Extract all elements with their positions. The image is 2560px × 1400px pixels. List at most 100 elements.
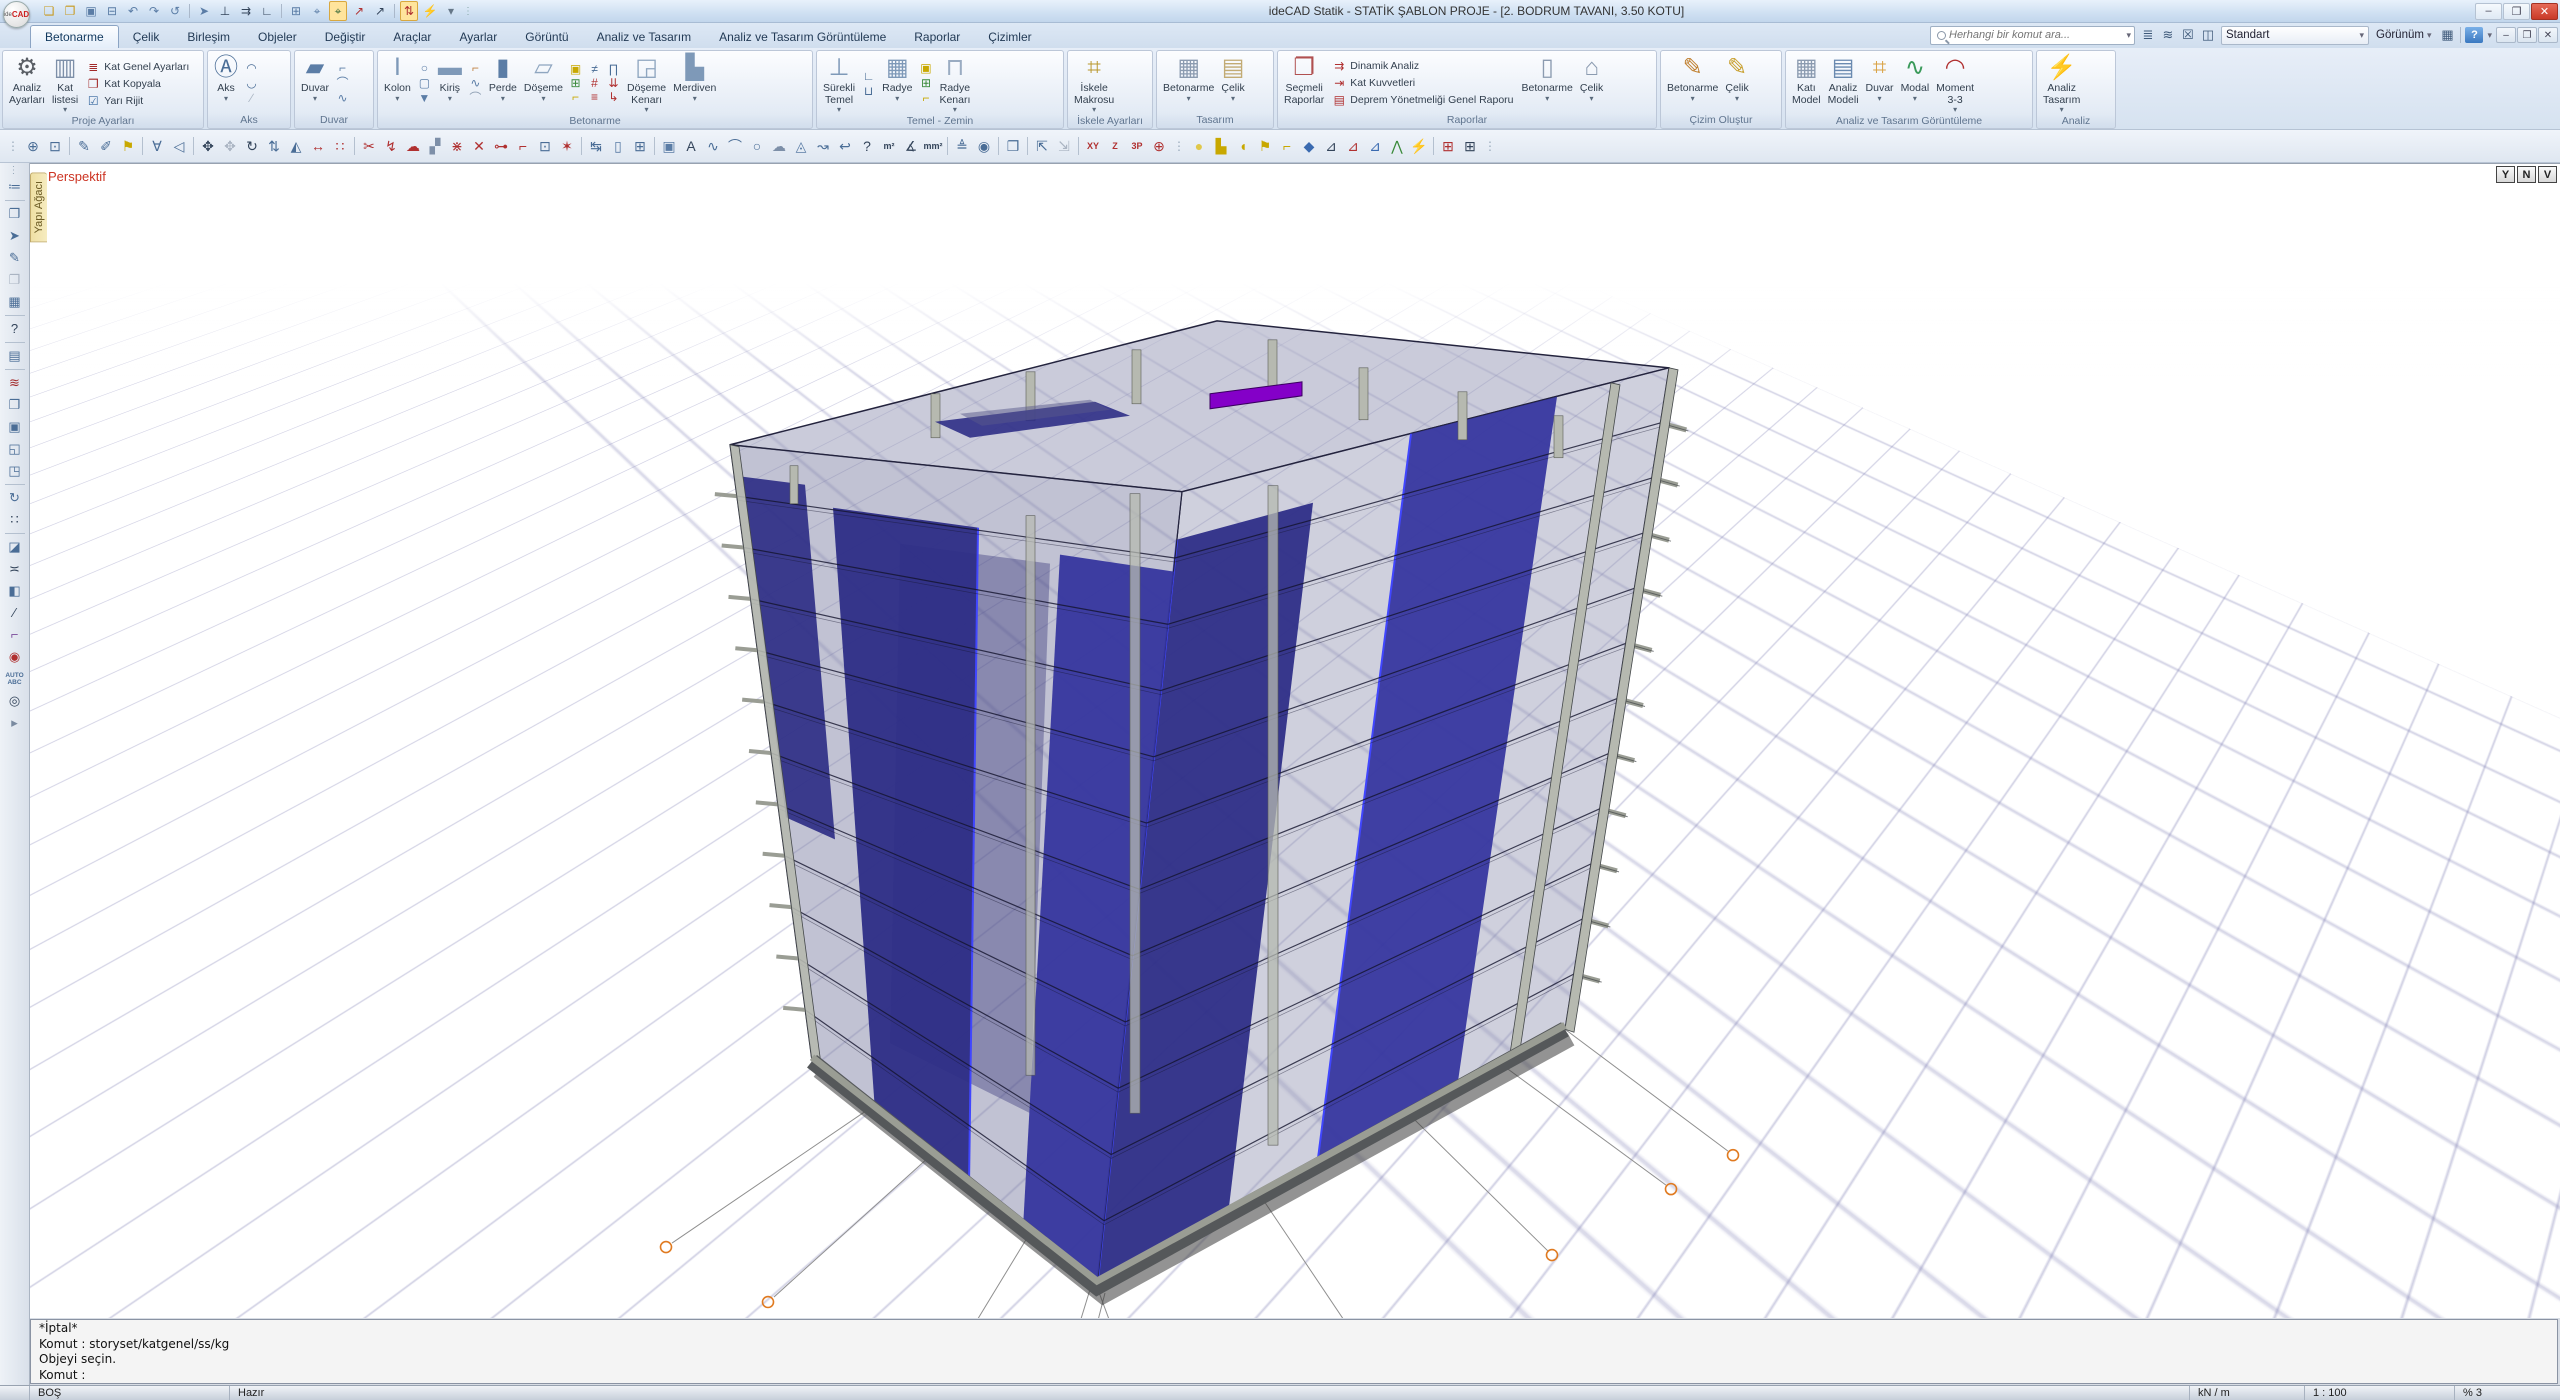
- eyedropper-icon[interactable]: ✐: [95, 135, 117, 157]
- lightning-small-icon[interactable]: ⚡: [1408, 135, 1430, 157]
- tab-objeler[interactable]: Objeler: [244, 26, 311, 48]
- deprem-yonetmeligi-item[interactable]: ▤Deprem Yönetmeliği Genel Raporu: [1332, 93, 1513, 107]
- chart-linear-icon[interactable]: ⊿: [1320, 135, 1342, 157]
- doseme-kolon-icon[interactable]: ▣: [567, 63, 584, 76]
- status-mode[interactable]: BOŞ: [30, 1386, 230, 1400]
- radye-kenari-button[interactable]: ⊓Radye Kenarı▾: [936, 53, 973, 114]
- cloud-revision-icon[interactable]: ☁: [402, 135, 424, 157]
- orient-flip-icon[interactable]: ◁: [168, 135, 190, 157]
- doseme-bosluk-icon[interactable]: ⊞: [567, 77, 584, 90]
- intersect-icon[interactable]: ✕: [468, 135, 490, 157]
- move-icon[interactable]: ✥: [197, 135, 219, 157]
- arc-icon[interactable]: ⌒: [724, 135, 746, 157]
- break-icon[interactable]: ↯: [380, 135, 402, 157]
- chevron-down-icon[interactable]: ▾: [2487, 30, 2492, 41]
- kolon-poligon-icon[interactable]: ▢: [416, 77, 433, 90]
- stretch-icon[interactable]: ↔: [307, 135, 329, 157]
- checkbox-checked-icon[interactable]: ☑: [86, 94, 100, 108]
- idecad-logo[interactable]: ideCAD: [3, 1, 30, 28]
- minimize-button[interactable]: –: [2475, 3, 2502, 20]
- zoom-in-icon[interactable]: ⊕: [22, 135, 44, 157]
- command-search-input[interactable]: [1949, 29, 2126, 41]
- table-red-dot-icon[interactable]: ⊞: [1437, 135, 1459, 157]
- yari-rijit-checkbox[interactable]: ☑Yarı Rijit: [86, 94, 189, 108]
- redo-icon[interactable]: ↷: [145, 2, 163, 20]
- viewport-3d[interactable]: Yapı Ağacı Perspektif YNV: [30, 163, 2560, 1318]
- status-tolerance[interactable]: % 3: [2455, 1386, 2560, 1400]
- radye-button[interactable]: ▦Radye▾: [879, 53, 915, 114]
- snap-near-icon[interactable]: ↗: [350, 2, 368, 20]
- orient-a-icon[interactable]: ∀: [146, 135, 168, 157]
- new-drawing-window-icon[interactable]: ❐: [1002, 135, 1024, 157]
- aks-arc-up-icon[interactable]: ◠: [243, 62, 260, 75]
- drag-grip[interactable]: ⋮: [1173, 139, 1185, 153]
- display-settings-icon[interactable]: ▦: [2438, 27, 2456, 43]
- tab-de-i-tir[interactable]: Değiştir: [311, 26, 380, 48]
- mirror-vertical-icon[interactable]: ⇅: [263, 135, 285, 157]
- table-grid-icon[interactable]: ⊞: [1459, 135, 1481, 157]
- auto-abc-icon[interactable]: AUTO ABC: [4, 668, 26, 690]
- drag-grip[interactable]: ⋮: [1484, 139, 1496, 153]
- iskele-makrosu-button[interactable]: ⌗İskele Makrosu▾: [1071, 53, 1117, 114]
- radye-l-plak-icon[interactable]: ⌐: [917, 92, 934, 105]
- tab-analiz-ve-tasar-m-g-r-nt-leme[interactable]: Analiz ve Tasarım Görüntüleme: [705, 26, 900, 48]
- chart-query-icon[interactable]: ⊿: [1364, 135, 1386, 157]
- aks-line-icon[interactable]: ∕: [243, 92, 260, 105]
- trim-icon[interactable]: ✂: [358, 135, 380, 157]
- view-nav-v[interactable]: V: [2538, 166, 2557, 183]
- radye-kolon-icon[interactable]: ▣: [917, 62, 934, 75]
- drag-grip[interactable]: ⋮: [463, 6, 473, 17]
- hatch-icon[interactable]: ◬: [790, 135, 812, 157]
- area-m2-icon[interactable]: m²: [878, 135, 900, 157]
- dinamik-analiz-item[interactable]: ⇉Dinamik Analiz: [1332, 59, 1513, 73]
- open-file-icon[interactable]: ❐: [61, 2, 79, 20]
- cloud-icon[interactable]: ☁: [768, 135, 790, 157]
- ucs-icon[interactable]: ⇱: [1031, 135, 1053, 157]
- baglanti-kirisi-icon[interactable]: ⊔: [860, 85, 877, 98]
- kiris-button[interactable]: ▬Kiriş▾: [435, 53, 465, 114]
- coord-xy-icon[interactable]: XY: [1082, 135, 1104, 157]
- qat-caret-icon[interactable]: ▾: [442, 2, 460, 20]
- radye-bosluk-icon[interactable]: ⊞: [917, 77, 934, 90]
- doseme-l-plak-icon[interactable]: ⌐: [567, 91, 584, 104]
- node-edit-icon[interactable]: ⊶: [490, 135, 512, 157]
- ucs-world-icon[interactable]: ⇲: [1053, 135, 1075, 157]
- doseme-cizgi-icon[interactable]: ≠: [586, 63, 603, 76]
- doseme-yuk-icon[interactable]: ⇊: [605, 77, 622, 90]
- help-button[interactable]: ?: [2465, 27, 2483, 43]
- measure-pick-icon[interactable]: ✎: [73, 135, 95, 157]
- pin-icon[interactable]: ⚑: [1254, 135, 1276, 157]
- pin-corner-icon[interactable]: ⌐: [4, 624, 26, 646]
- line-tool-icon[interactable]: ∕: [4, 602, 26, 624]
- move-copy-icon[interactable]: ✥: [219, 135, 241, 157]
- tab-ayarlar[interactable]: Ayarlar: [445, 26, 511, 48]
- tab-birle-im[interactable]: Birleşim: [173, 26, 244, 48]
- corner-snap-icon[interactable]: ∟: [258, 2, 276, 20]
- tab-betonarme[interactable]: Betonarme: [30, 25, 119, 48]
- kat-kopyala-tool-icon[interactable]: ≋: [4, 372, 26, 394]
- doseme-kenari-button[interactable]: ◲Döşeme Kenarı▾: [624, 53, 669, 114]
- tab--elik[interactable]: Çelik: [119, 26, 174, 48]
- kiris-arc-icon[interactable]: ⌒: [467, 92, 484, 105]
- eraser-icon[interactable]: ◪: [4, 536, 26, 558]
- stairs-view-icon[interactable]: ▙: [1210, 135, 1232, 157]
- dimension-icon[interactable]: ↹: [585, 135, 607, 157]
- chart-peak-icon[interactable]: ⋀: [1386, 135, 1408, 157]
- new-file-icon[interactable]: ❏: [40, 2, 58, 20]
- magic-wand-icon[interactable]: ✶: [556, 135, 578, 157]
- area-mm2-icon[interactable]: mm²: [922, 135, 944, 157]
- duvar-goruntule-button[interactable]: ⌗Duvar▾: [1863, 53, 1897, 114]
- find-binoculars-icon[interactable]: ◎: [4, 690, 26, 712]
- polyline-icon[interactable]: ∿: [702, 135, 724, 157]
- secmeli-raporlar-button[interactable]: ❐Seçmeli Raporlar: [1281, 53, 1327, 113]
- measure-tool-icon[interactable]: ≍: [4, 558, 26, 580]
- perde-button[interactable]: ▮Perde▾: [486, 53, 520, 114]
- gorunum-menu[interactable]: Görünüm ▾: [2373, 29, 2434, 41]
- tasarim-celik-button[interactable]: ▤Çelik▾: [1218, 53, 1247, 113]
- divide-icon[interactable]: ⋇: [446, 135, 468, 157]
- command-console[interactable]: *İptal*Komut : storyset/katgenel/ss/kgOb…: [30, 1319, 2558, 1384]
- grid-edit-icon[interactable]: ⊞: [629, 135, 651, 157]
- protractor-icon[interactable]: ◖: [1232, 135, 1254, 157]
- node-snap-icon[interactable]: ⌖: [329, 1, 347, 21]
- doseme-kanopi-icon[interactable]: ∏: [605, 63, 622, 76]
